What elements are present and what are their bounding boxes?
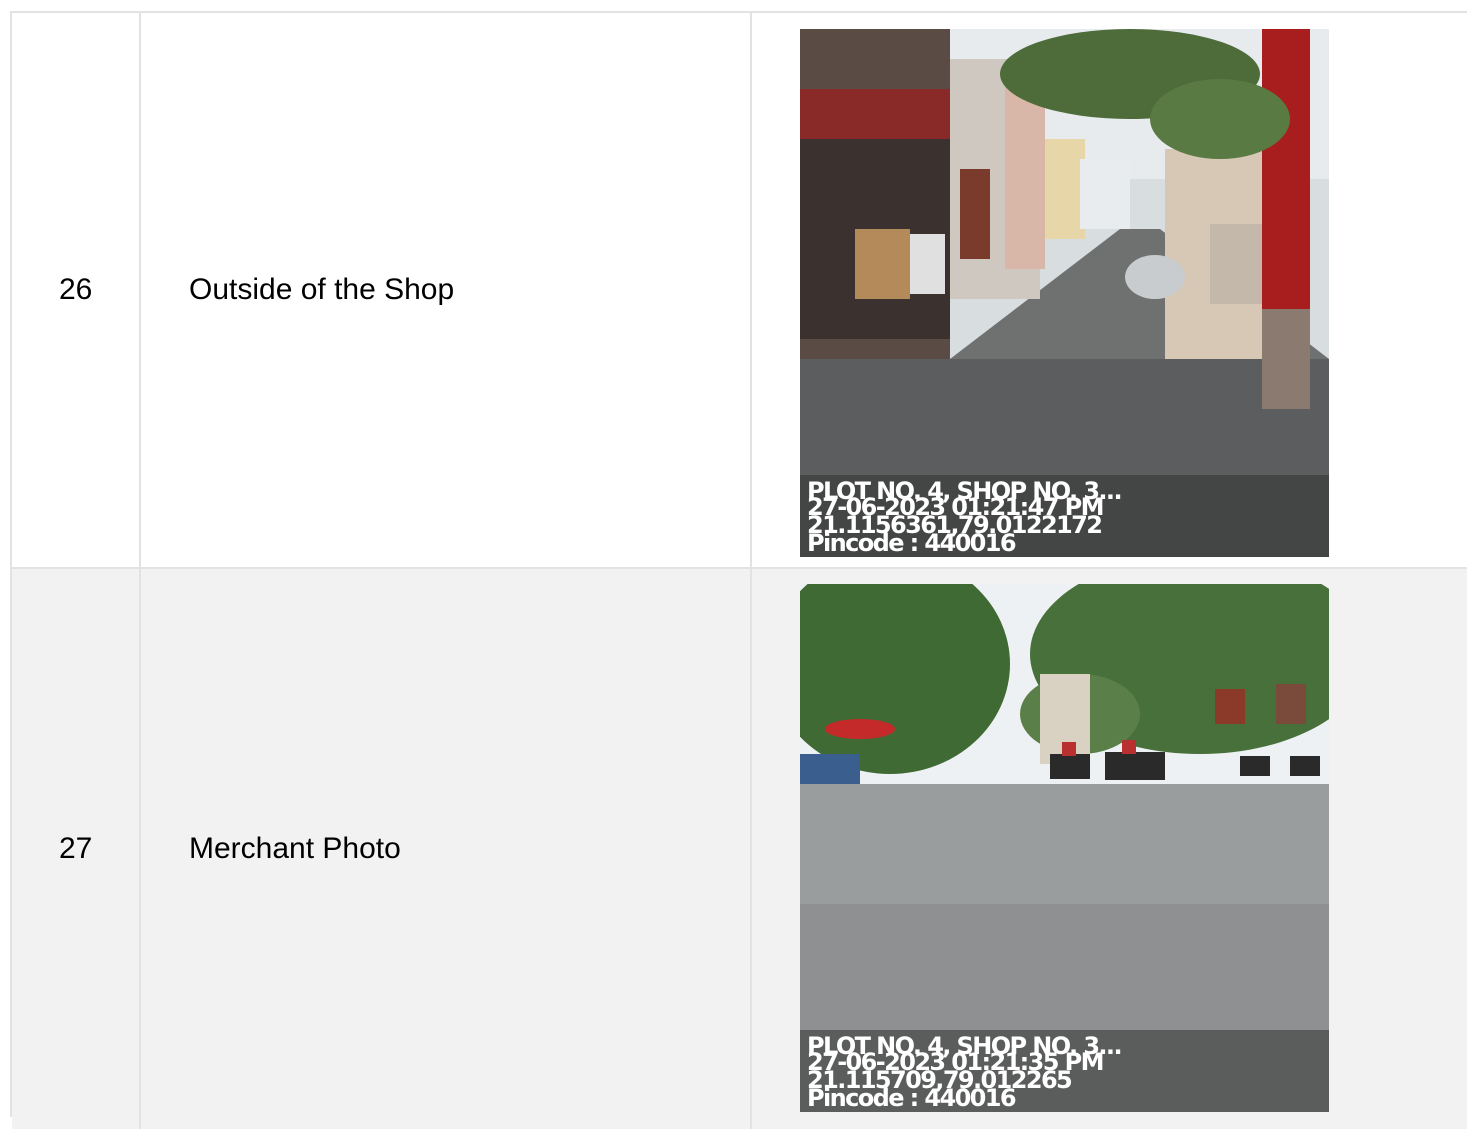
row-photo-cell: PLOT NO. 4, SHOP NO. 3... 27-06-2023 01:… <box>752 569 1467 1129</box>
geotag-overlay: PLOT NO. 4, SHOP NO. 3... 27-06-2023 01:… <box>800 475 1329 557</box>
table-row: 26 Outside of the Shop PLOT NO. 4, SHOP … <box>12 13 1467 569</box>
photo-table: 26 Outside of the Shop PLOT NO. 4, SHOP … <box>10 11 1467 1129</box>
geotag-overlay: PLOT NO. 4, SHOP NO. 3... 27-06-2023 01:… <box>800 1030 1329 1112</box>
row-number-cell: 26 <box>12 13 141 567</box>
row-number-cell: 27 <box>12 569 141 1129</box>
row-label: Merchant Photo <box>189 832 401 865</box>
row-photo-cell: PLOT NO. 4, SHOP NO. 3... 27-06-2023 01:… <box>752 13 1467 567</box>
shop-exterior-photo[interactable]: PLOT NO. 4, SHOP NO. 3... 27-06-2023 01:… <box>800 29 1329 557</box>
merchant-photo[interactable]: PLOT NO. 4, SHOP NO. 3... 27-06-2023 01:… <box>800 584 1329 1112</box>
geotag-pincode: Pincode : 440016 <box>807 529 1017 557</box>
row-number: 27 <box>59 832 93 865</box>
table-row: 27 Merchant Photo PLOT NO. 4, SHOP NO. 3… <box>12 569 1467 1129</box>
row-label-cell: Merchant Photo <box>141 569 752 1129</box>
row-number: 26 <box>59 273 93 306</box>
row-label-cell: Outside of the Shop <box>141 13 752 567</box>
geotag-pincode: Pincode : 440016 <box>807 1084 1017 1112</box>
row-label: Outside of the Shop <box>189 273 455 306</box>
